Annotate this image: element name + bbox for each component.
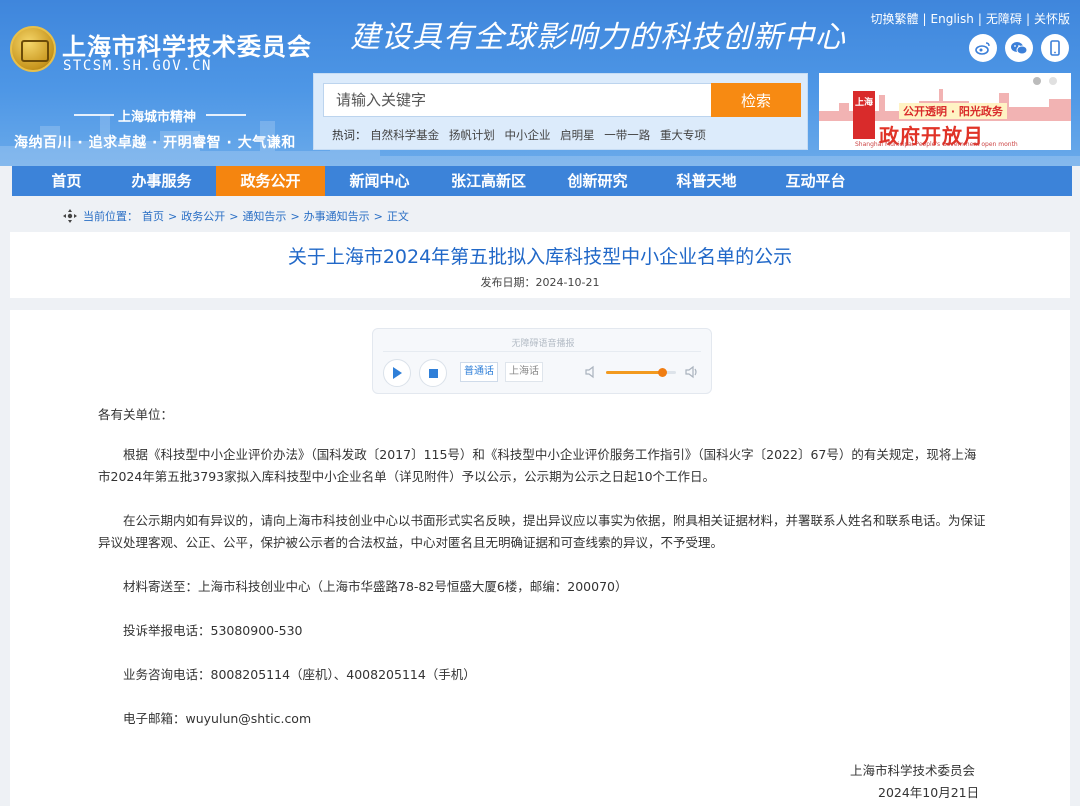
open-month-banner[interactable]: 上海 公开透明 · 阳光政务 政府开放月 Shanghai Municipal … [819,73,1071,150]
breadcrumb-separator: > [168,209,178,223]
signature-date: 2024年10月21日 [878,785,980,800]
lang-mandarin-button[interactable]: 普通话 [460,362,498,382]
volume-slider-knob[interactable] [658,368,667,377]
nav-item-interaction[interactable]: 互动平台 [761,166,870,196]
breadcrumb-service-notices[interactable]: 办事通知告示 [304,208,370,224]
page-title: 关于上海市2024年第五批拟入库科技型中小企业名单的公示 [287,246,793,268]
hot-words: 热词： 自然科学基金 扬帆计划 中小企业 启明星 一带一路 重大专项 [332,127,712,143]
hot-word[interactable]: 自然科学基金 [370,128,439,142]
volume-slider[interactable] [606,368,676,377]
top-links: 切换繁體 | English | 无障碍 | 关怀版 [870,12,1070,26]
breadcrumb-home[interactable]: 首页 [142,208,164,224]
hot-word[interactable]: 一带一路 [604,128,650,142]
main-nav: 首页 办事服务 政务公开 新闻中心 张江高新区 创新研究 科普天地 互动平台 [12,166,1072,196]
audio-player: 无障碍语音播报 普通话 上海话 [372,328,712,394]
spirit-text: 海纳百川 · 追求卓越 · 开明睿智 · 大气谦和 [14,135,296,151]
stop-button[interactable] [419,359,447,387]
play-icon [393,367,402,379]
volume-slider-fill [606,371,662,374]
hot-word[interactable]: 中小企业 [504,128,550,142]
hot-words-label: 热词： [332,128,367,142]
breadcrumb-gov-affairs[interactable]: 政务公开 [181,208,225,224]
search-button[interactable]: 检索 [711,83,801,117]
paragraph-objection: 在公示期内如有异议的，请向上海市科技创业中心以书面形式实名反映，提出异议应以事实… [98,513,986,550]
article-header: 关于上海市2024年第五批拟入库科技型中小企业名单的公示 发布日期：2024-1… [10,232,1070,298]
wechat-icon[interactable] [1005,34,1033,62]
breadcrumb: 当前位置： 首页 > 政务公开 > 通知告示 > 办事通知告示 > 正文 [63,208,413,224]
hot-word[interactable]: 重大专项 [660,128,706,142]
site-domain: STCSM.SH.GOV.CN [63,58,212,74]
audio-divider [383,351,701,352]
banner-dot-1[interactable] [1033,77,1041,85]
english-link[interactable]: English [931,12,974,26]
nav-item-services[interactable]: 办事服务 [107,166,216,196]
logo-emblem-icon[interactable] [10,26,56,72]
volume-high-icon[interactable] [685,365,699,379]
banner-dot-2[interactable] [1049,77,1057,85]
site-name[interactable]: 上海市科学技术委员会 [62,27,312,62]
breadcrumb-separator: > [229,209,239,223]
weibo-icon[interactable] [969,34,997,62]
breadcrumb-label: 当前位置： [83,210,138,223]
spirit-title: 上海城市精神 [118,110,197,125]
breadcrumb-separator: > [290,209,300,223]
banner-english: Shanghai Municipal People's Government o… [855,141,1018,148]
search-input[interactable] [323,83,713,117]
banner-badge: 上海 [853,91,875,139]
publish-date: 发布日期：2024-10-21 [480,276,600,289]
paragraph-basis: 根据《科技型中小企业评价办法》（国科发政〔2017〕115号）和《科技型中小企业… [98,447,977,484]
nav-item-science[interactable]: 科普天地 [652,166,761,196]
nav-item-news[interactable]: 新闻中心 [325,166,434,196]
nav-item-gov-affairs[interactable]: 政务公开 [216,166,325,196]
consult-phone: 业务咨询电话：8008205114（座机）、4008205114（手机） [123,667,476,682]
play-button[interactable] [383,359,411,387]
hot-word[interactable]: 启明星 [560,128,595,142]
elder-care-link[interactable]: 关怀版 [1034,12,1070,26]
nav-item-zhangjiang[interactable]: 张江高新区 [434,166,543,196]
breadcrumb-notices[interactable]: 通知告示 [242,208,286,224]
accessibility-link[interactable]: 无障碍 [986,12,1022,26]
search-box: 检索 热词： 自然科学基金 扬帆计划 中小企业 启明星 一带一路 重大专项 [313,73,808,150]
hot-word[interactable]: 扬帆计划 [449,128,495,142]
location-move-icon [63,209,77,223]
spirit-line-right [206,114,246,116]
mail-address: 材料寄送至：上海市科技创业中心（上海市华盛路78-82号恒盛大厦6楼，邮编：20… [123,579,628,594]
spirit-line-left [74,114,114,116]
banner-subtitle: 公开透明 · 阳光政务 [899,103,1007,119]
nav-item-research[interactable]: 创新研究 [543,166,652,196]
slogan: 建设具有全球影响力的科技创新中心 [350,20,846,55]
volume-low-icon[interactable] [585,365,599,379]
traditional-chinese-link[interactable]: 切换繁體 [870,12,918,26]
article-content: 无障碍语音播报 普通话 上海话 各有关单位： 根据《科技型中小企业评价办法》（国… [10,310,1070,806]
stop-icon [428,368,438,378]
lang-shanghai-button[interactable]: 上海话 [505,362,543,382]
breadcrumb-current[interactable]: 正文 [387,208,409,224]
contact-email: 电子邮箱：wuyulun@shtic.com [123,711,312,726]
signature-organization: 上海市科学技术委员会 [850,763,976,778]
greeting: 各有关单位： [98,407,174,422]
mobile-icon[interactable] [1041,34,1069,62]
audio-tip: 无障碍语音播报 [511,339,575,349]
complaint-phone: 投诉举报电话：53080900-530 [123,623,303,638]
breadcrumb-separator: > [373,209,383,223]
article-body: 各有关单位： 根据《科技型中小企业评价办法》（国科发政〔2017〕115号）和《… [98,404,988,752]
nav-item-home[interactable]: 首页 [26,166,107,196]
